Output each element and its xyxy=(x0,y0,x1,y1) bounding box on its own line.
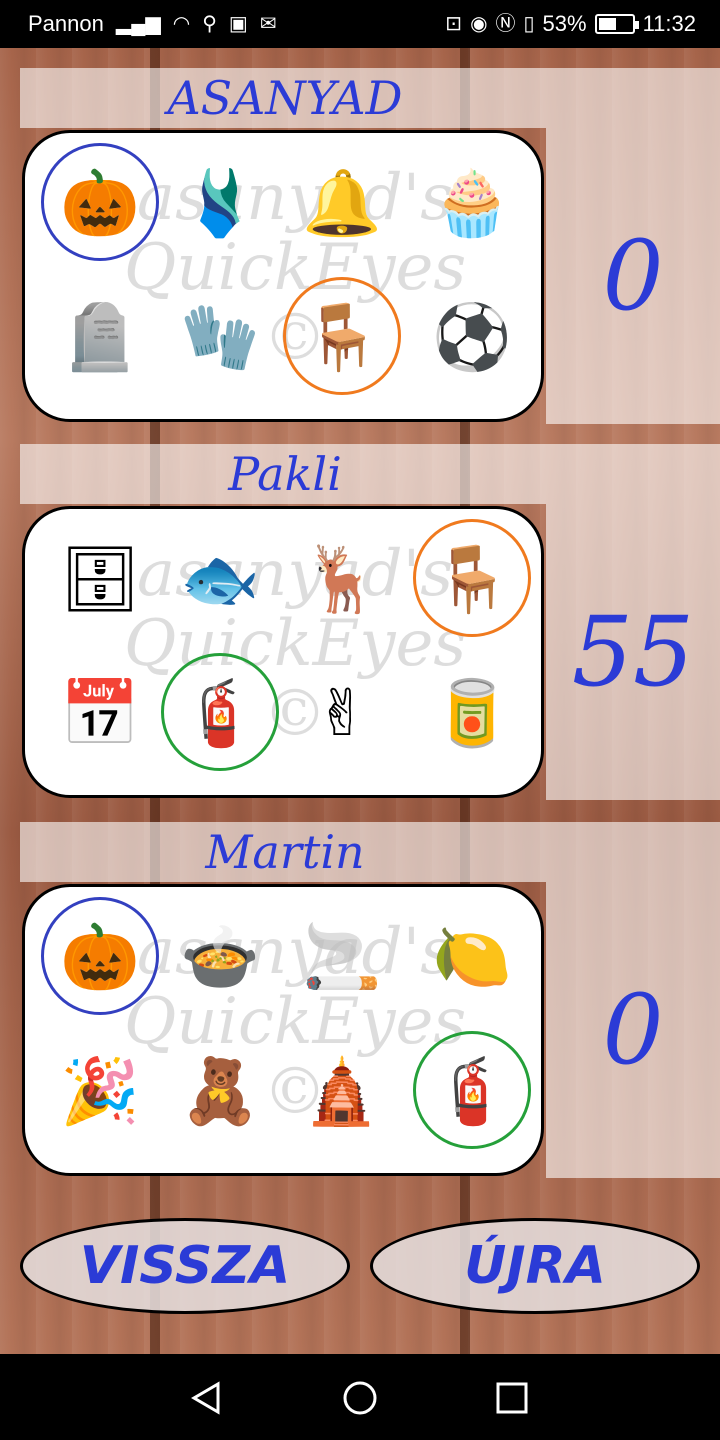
calendar-icon[interactable]: 📅 xyxy=(45,659,155,769)
grill-icon[interactable]: 🗄 xyxy=(45,525,155,635)
party-hat-icon[interactable]: 🎉 xyxy=(45,1037,155,1147)
recents-nav-icon[interactable] xyxy=(494,1380,530,1416)
wetsuit-icon[interactable]: 🩱 xyxy=(165,149,275,259)
mail-icon: ✉ xyxy=(259,13,277,35)
fish-icon[interactable]: 🐟 xyxy=(165,525,275,635)
restart-button[interactable]: ÚJRA xyxy=(370,1218,700,1314)
muffin-icon[interactable]: 🧁 xyxy=(417,149,527,259)
antler-icon[interactable]: 🦌 xyxy=(287,525,397,635)
game-board: ASANYAD 0 asanyad's QuickEyes © 🎃 🩱 🔔 🧁 🪦 🧤 🪑 ⚽… xyxy=(0,48,720,1354)
usb-icon: ⚲ xyxy=(202,13,217,35)
eye-icon: ◉ xyxy=(470,13,488,35)
player-name: Martin xyxy=(205,825,365,879)
player-name-bar: Pakli xyxy=(20,444,720,504)
battery-icon xyxy=(594,14,639,34)
juicer-icon[interactable]: 🍋 xyxy=(417,903,527,1013)
victory-hand-icon[interactable]: ✌ xyxy=(287,659,397,769)
signal-icon: ▂▄▆ xyxy=(115,13,161,35)
glove-icon[interactable]: 🧤 xyxy=(165,283,275,393)
pyramid-icon[interactable]: 🛕 xyxy=(287,1037,397,1147)
nfc-icon: Ⓝ xyxy=(495,13,516,35)
media-icon: ▣ xyxy=(228,13,248,35)
match-ring xyxy=(283,277,401,395)
player-card[interactable]: asanyad's QuickEyes © 🎃 🍲 🚬 🍋 🎉 🧸 🛕 🧯 xyxy=(22,884,544,1176)
match-ring xyxy=(413,1031,531,1149)
cast-icon: ⊡ xyxy=(445,13,463,35)
bell-icon[interactable]: 🔔 xyxy=(287,149,397,259)
player-score: 0 xyxy=(602,220,664,332)
teddy-bear-icon[interactable]: 🧸 xyxy=(165,1037,275,1147)
beach-ball-icon[interactable]: ⚽ xyxy=(417,283,527,393)
match-ring xyxy=(41,897,159,1015)
vibrate-icon: ▯ xyxy=(523,13,535,35)
carrier-label: Pannon xyxy=(28,11,104,36)
back-button[interactable]: VISSZA xyxy=(20,1218,350,1314)
battery-percent: 53% xyxy=(542,11,587,36)
player-score: 55 xyxy=(571,596,695,708)
match-ring xyxy=(161,653,279,771)
player-name-bar: Martin xyxy=(20,822,720,882)
player-name: Pakli xyxy=(228,447,342,501)
cola-can-icon[interactable]: 🥫 xyxy=(417,659,527,769)
cauldron-icon[interactable]: 🍲 xyxy=(165,903,275,1013)
match-ring xyxy=(41,143,159,261)
back-nav-icon[interactable] xyxy=(188,1380,224,1416)
home-nav-icon[interactable] xyxy=(342,1380,378,1416)
player-name: ASANYAD xyxy=(167,71,403,125)
gravestone-icon[interactable]: 🪦 xyxy=(45,283,155,393)
match-ring xyxy=(413,519,531,637)
player-card[interactable]: asanyad's QuickEyes © 🎃 🩱 🔔 🧁 🪦 🧤 🪑 ⚽ xyxy=(22,130,544,422)
clock: 11:32 xyxy=(642,11,696,36)
score-panel: 0 xyxy=(546,128,720,424)
pipe-icon[interactable]: 🚬 xyxy=(287,903,397,1013)
score-panel: 0 xyxy=(546,882,720,1178)
score-panel: 55 xyxy=(546,504,720,800)
player-score: 0 xyxy=(602,974,664,1086)
navigation-bar xyxy=(0,1354,720,1440)
wifi-icon: ◠ xyxy=(172,13,191,35)
player-name-bar: ASANYAD xyxy=(20,68,720,128)
battery-fill xyxy=(598,18,616,30)
status-bar: Pannon ▂▄▆ ◠ ⚲ ▣ ✉ ⊡ ◉ Ⓝ ▯ 53% 11:32 xyxy=(0,0,720,48)
deck-card[interactable]: asanyad's QuickEyes © 🗄 🐟 🦌 🪑 📅 🧯 ✌ 🥫 xyxy=(22,506,544,798)
